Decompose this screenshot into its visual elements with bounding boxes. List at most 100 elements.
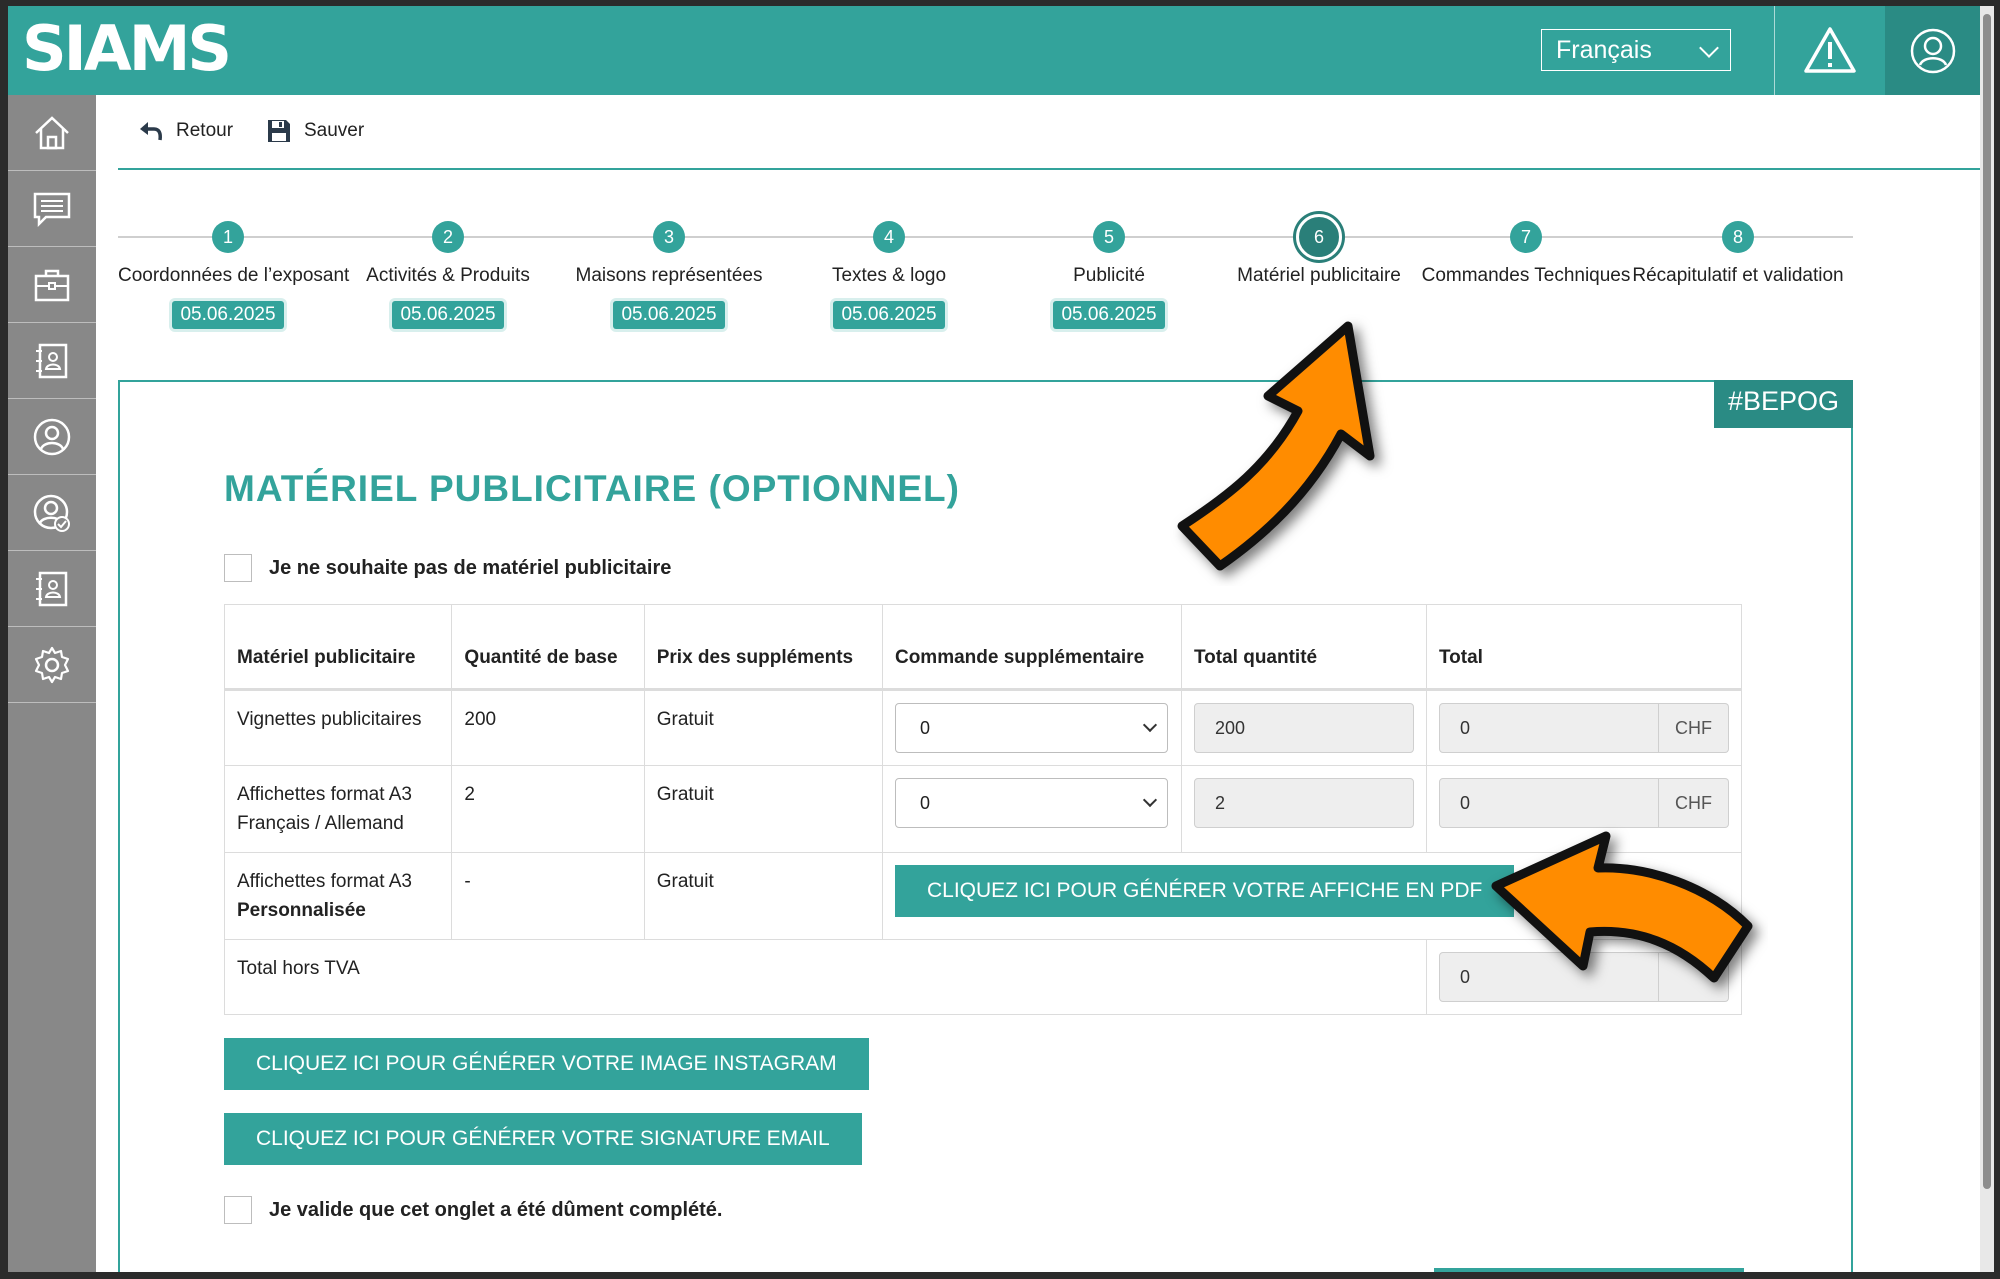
step-number: 2 xyxy=(432,221,464,253)
page-title: MATÉRIEL PUBLICITAIRE (OPTIONNEL) xyxy=(224,468,960,509)
opt-out-row[interactable]: Je ne souhaite pas de matériel publicita… xyxy=(224,554,671,582)
generate-poster-pdf-button[interactable]: CLIQUEZ ICI POUR GÉNÉRER VOTRE AFFICHE E… xyxy=(894,865,1515,917)
additional-order-select[interactable]: 0 xyxy=(894,703,1168,753)
step-number: 8 xyxy=(1722,221,1754,253)
step-4[interactable]: 4 Textes & logo 05.06.2025 xyxy=(779,221,999,329)
undo-arrow-icon xyxy=(140,122,162,141)
toolbar-divider xyxy=(118,168,1980,170)
step-number: 1 xyxy=(212,221,244,253)
briefcase-icon xyxy=(34,269,70,302)
logo: SIAMS xyxy=(22,12,232,85)
generate-email-signature-button[interactable]: CLIQUEZ ICI POUR GÉNÉRER VOTRE SIGNATURE… xyxy=(224,1113,862,1165)
validate-label: Je valide que cet onglet a été dûment co… xyxy=(269,1198,723,1221)
column-header: Quantité de base xyxy=(451,604,645,691)
currency-label: CHF xyxy=(1658,703,1729,753)
order-cell: 0 xyxy=(881,765,1182,853)
sidebar-item-messages[interactable] xyxy=(8,171,96,247)
contact-book-icon xyxy=(36,343,68,379)
language-value: Français xyxy=(1556,36,1652,64)
total-cell: 0 CHF xyxy=(1425,689,1743,766)
chevron-down-icon xyxy=(1142,717,1158,733)
chevron-down-icon xyxy=(1142,792,1158,808)
material-name: Affichettes format A3 Français / Alleman… xyxy=(223,765,453,853)
step-7[interactable]: 7 Commandes Techniques xyxy=(1416,221,1636,287)
save-label: Sauver xyxy=(304,120,365,141)
sidebar-item-validated-profile[interactable] xyxy=(8,475,96,551)
step-date-badge: 05.06.2025 xyxy=(1053,301,1165,329)
step-label: Récapitulatif et validation xyxy=(1632,265,1844,286)
additional-order-select[interactable]: 0 xyxy=(894,778,1168,828)
material-name: Vignettes publicitaires xyxy=(223,689,453,766)
sidebar xyxy=(8,95,96,1272)
user-menu-button[interactable] xyxy=(1885,6,1980,95)
sidebar-item-contact-card[interactable] xyxy=(8,551,96,627)
column-header: Total xyxy=(1425,604,1743,691)
user-check-icon xyxy=(33,494,70,532)
generate-instagram-image-button[interactable]: CLIQUEZ ICI POUR GÉNÉRER VOTRE IMAGE INS… xyxy=(224,1038,869,1090)
sidebar-item-profile[interactable] xyxy=(8,399,96,475)
validate-checkbox[interactable] xyxy=(224,1196,252,1224)
back-label: Retour xyxy=(176,120,234,141)
sidebar-item-exhibitor[interactable] xyxy=(8,247,96,323)
chevron-down-icon xyxy=(1699,38,1719,58)
step-3[interactable]: 3 Maisons représentées 05.06.2025 xyxy=(559,221,779,329)
step-1[interactable]: 1 Coordonnées de l’exposant 05.06.2025 xyxy=(118,221,349,329)
total-quantity-field: 200 xyxy=(1193,703,1414,753)
warning-icon xyxy=(1804,27,1856,73)
validate-row[interactable]: Je valide que cet onglet a été dûment co… xyxy=(224,1196,722,1224)
language-select[interactable]: Français xyxy=(1541,29,1731,71)
step-number: 4 xyxy=(873,221,905,253)
step-number: 3 xyxy=(653,221,685,253)
app-window: SIAMS Français Retour Sauver 1 Coordonné… xyxy=(8,6,1980,1272)
step-number: 7 xyxy=(1510,221,1542,253)
column-header: Commande supplémentaire xyxy=(881,604,1182,691)
step-8[interactable]: 8 Récapitulatif et validation xyxy=(1628,221,1848,287)
step-label: Commandes Techniques xyxy=(1421,265,1631,286)
messages-icon xyxy=(33,192,71,228)
total-label: Total hors TVA xyxy=(224,939,1427,1015)
total-qty-cell: 200 xyxy=(1180,689,1427,766)
contact-card-icon xyxy=(36,571,68,607)
step-label: Activités & Produits xyxy=(366,265,530,286)
table-row: Vignettes publicitaires 200 Gratuit 0 20… xyxy=(223,689,1743,766)
save-button[interactable]: Sauver xyxy=(266,114,364,148)
column-header: Prix des suppléments xyxy=(643,604,883,691)
step-number: 5 xyxy=(1093,221,1125,253)
supplement-price: Gratuit xyxy=(643,852,883,940)
base-quantity: 200 xyxy=(451,689,645,766)
floppy-disk-icon xyxy=(268,120,290,142)
material-name-line: Affichettes format A3 xyxy=(237,871,412,892)
scrollbar-thumb[interactable] xyxy=(1983,14,1991,1189)
step-label: Publicité xyxy=(1073,265,1145,286)
annotation-arrow-up-icon xyxy=(1177,321,1375,571)
vertical-scrollbar[interactable] xyxy=(1980,6,1994,1272)
total-quantity-field: 2 xyxy=(1193,778,1414,828)
base-quantity: - xyxy=(451,852,645,940)
step-number: 6 xyxy=(1296,214,1342,260)
sidebar-item-contacts[interactable] xyxy=(8,323,96,399)
opt-out-checkbox[interactable] xyxy=(224,554,252,582)
step-date-badge: 05.06.2025 xyxy=(392,301,504,329)
home-icon xyxy=(35,116,69,150)
select-value: 0 xyxy=(919,793,930,813)
exhibitor-tag: #BEPOG xyxy=(1713,380,1853,428)
order-cell: 0 xyxy=(881,689,1182,766)
user-circle-icon xyxy=(33,418,71,456)
material-name-emphasis: Personnalisée xyxy=(237,900,366,921)
warning-button[interactable] xyxy=(1775,6,1885,95)
sidebar-item-home[interactable] xyxy=(8,95,96,171)
top-header: SIAMS Français xyxy=(8,6,1980,95)
total-qty-cell: 2 xyxy=(1180,765,1427,853)
step-6-active[interactable]: 6 Matériel publicitaire xyxy=(1209,214,1429,287)
select-value: 0 xyxy=(919,718,930,738)
sidebar-item-settings[interactable] xyxy=(8,627,96,703)
step-date-badge: 05.06.2025 xyxy=(833,301,945,329)
annotation-arrow-left-icon xyxy=(1491,831,1753,983)
supplement-price: Gratuit xyxy=(643,765,883,853)
back-button[interactable]: Retour xyxy=(138,114,233,148)
next-button-partial[interactable] xyxy=(1434,1268,1744,1272)
gear-icon xyxy=(34,646,70,684)
step-2[interactable]: 2 Activités & Produits 05.06.2025 xyxy=(338,221,558,329)
total-value: 0 xyxy=(1438,703,1659,753)
step-date-badge: 05.06.2025 xyxy=(172,301,284,329)
